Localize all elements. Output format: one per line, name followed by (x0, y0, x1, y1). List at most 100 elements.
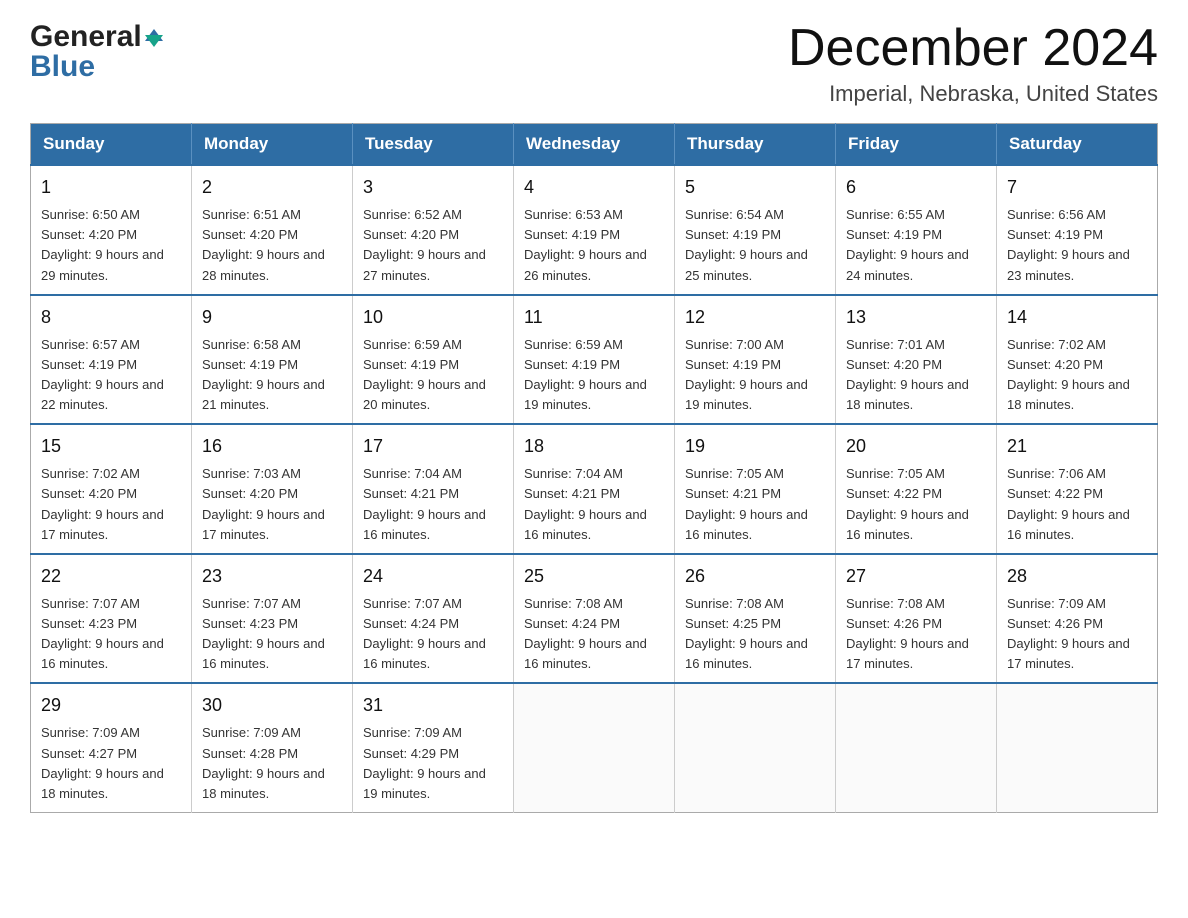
day-number: 11 (524, 304, 664, 331)
location-subtitle: Imperial, Nebraska, United States (788, 81, 1158, 107)
day-info: Sunrise: 7:04 AMSunset: 4:21 PMDaylight:… (524, 464, 664, 545)
day-number: 30 (202, 692, 342, 719)
calendar-cell: 17 Sunrise: 7:04 AMSunset: 4:21 PMDayligh… (353, 424, 514, 554)
day-number: 18 (524, 433, 664, 460)
day-number: 10 (363, 304, 503, 331)
calendar-week-row: 15 Sunrise: 7:02 AMSunset: 4:20 PMDayligh… (31, 424, 1158, 554)
day-number: 24 (363, 563, 503, 590)
day-info: Sunrise: 7:06 AMSunset: 4:22 PMDaylight:… (1007, 464, 1147, 545)
day-number: 23 (202, 563, 342, 590)
calendar-cell: 21 Sunrise: 7:06 AMSunset: 4:22 PMDayligh… (997, 424, 1158, 554)
col-header-sunday: Sunday (31, 124, 192, 166)
day-info: Sunrise: 7:09 AMSunset: 4:29 PMDaylight:… (363, 723, 503, 804)
day-number: 1 (41, 174, 181, 201)
title-area: December 2024 Imperial, Nebraska, United… (788, 20, 1158, 107)
calendar-week-row: 22 Sunrise: 7:07 AMSunset: 4:23 PMDayligh… (31, 554, 1158, 684)
logo-blue-text: Blue (30, 50, 95, 84)
day-info: Sunrise: 7:04 AMSunset: 4:21 PMDaylight:… (363, 464, 503, 545)
day-number: 31 (363, 692, 503, 719)
logo-chevron-icon (145, 29, 163, 47)
calendar-cell (997, 683, 1158, 812)
day-info: Sunrise: 7:05 AMSunset: 4:21 PMDaylight:… (685, 464, 825, 545)
col-header-saturday: Saturday (997, 124, 1158, 166)
day-info: Sunrise: 7:07 AMSunset: 4:24 PMDaylight:… (363, 594, 503, 675)
calendar-cell: 11 Sunrise: 6:59 AMSunset: 4:19 PMDayligh… (514, 295, 675, 425)
day-info: Sunrise: 7:07 AMSunset: 4:23 PMDaylight:… (41, 594, 181, 675)
calendar-cell: 14Sunrise: 7:02 AMSunset: 4:20 PMDayligh… (997, 295, 1158, 425)
calendar-cell: 19 Sunrise: 7:05 AMSunset: 4:21 PMDayligh… (675, 424, 836, 554)
calendar-cell: 5Sunrise: 6:54 AMSunset: 4:19 PMDaylight… (675, 165, 836, 295)
day-number: 27 (846, 563, 986, 590)
day-info: Sunrise: 6:56 AMSunset: 4:19 PMDaylight:… (1007, 205, 1147, 286)
day-number: 6 (846, 174, 986, 201)
day-info: Sunrise: 6:59 AMSunset: 4:19 PMDaylight:… (524, 335, 664, 416)
calendar-cell: 25Sunrise: 7:08 AMSunset: 4:24 PMDayligh… (514, 554, 675, 684)
col-header-tuesday: Tuesday (353, 124, 514, 166)
day-info: Sunrise: 6:53 AMSunset: 4:19 PMDaylight:… (524, 205, 664, 286)
calendar-cell: 12Sunrise: 7:00 AMSunset: 4:19 PMDayligh… (675, 295, 836, 425)
day-info: Sunrise: 7:09 AMSunset: 4:26 PMDaylight:… (1007, 594, 1147, 675)
day-info: Sunrise: 6:55 AMSunset: 4:19 PMDaylight:… (846, 205, 986, 286)
day-info: Sunrise: 6:59 AMSunset: 4:19 PMDaylight:… (363, 335, 503, 416)
calendar-cell: 27 Sunrise: 7:08 AMSunset: 4:26 PMDayligh… (836, 554, 997, 684)
day-number: 13 (846, 304, 986, 331)
col-header-wednesday: Wednesday (514, 124, 675, 166)
col-header-friday: Friday (836, 124, 997, 166)
day-info: Sunrise: 7:09 AMSunset: 4:27 PMDaylight:… (41, 723, 181, 804)
calendar-cell: 16Sunrise: 7:03 AMSunset: 4:20 PMDayligh… (192, 424, 353, 554)
calendar-cell (514, 683, 675, 812)
calendar-cell: 31 Sunrise: 7:09 AMSunset: 4:29 PMDayligh… (353, 683, 514, 812)
calendar-week-row: 8 Sunrise: 6:57 AMSunset: 4:19 PMDaylight… (31, 295, 1158, 425)
calendar-cell: 18 Sunrise: 7:04 AMSunset: 4:21 PMDayligh… (514, 424, 675, 554)
calendar-cell: 10 Sunrise: 6:59 AMSunset: 4:19 PMDayligh… (353, 295, 514, 425)
calendar-cell: 28 Sunrise: 7:09 AMSunset: 4:26 PMDayligh… (997, 554, 1158, 684)
calendar-cell: 20 Sunrise: 7:05 AMSunset: 4:22 PMDayligh… (836, 424, 997, 554)
calendar-cell (836, 683, 997, 812)
day-info: Sunrise: 6:50 AMSunset: 4:20 PMDaylight:… (41, 205, 181, 286)
calendar-table: SundayMondayTuesdayWednesdayThursdayFrid… (30, 123, 1158, 813)
day-number: 2 (202, 174, 342, 201)
day-info: Sunrise: 7:08 AMSunset: 4:26 PMDaylight:… (846, 594, 986, 675)
day-info: Sunrise: 6:57 AMSunset: 4:19 PMDaylight:… (41, 335, 181, 416)
day-number: 17 (363, 433, 503, 460)
day-info: Sunrise: 6:51 AMSunset: 4:20 PMDaylight:… (202, 205, 342, 286)
day-number: 26 (685, 563, 825, 590)
day-info: Sunrise: 7:05 AMSunset: 4:22 PMDaylight:… (846, 464, 986, 545)
col-header-thursday: Thursday (675, 124, 836, 166)
day-number: 22 (41, 563, 181, 590)
day-info: Sunrise: 7:02 AMSunset: 4:20 PMDaylight:… (41, 464, 181, 545)
day-number: 5 (685, 174, 825, 201)
day-number: 19 (685, 433, 825, 460)
day-info: Sunrise: 7:08 AMSunset: 4:25 PMDaylight:… (685, 594, 825, 675)
day-number: 16 (202, 433, 342, 460)
day-number: 9 (202, 304, 342, 331)
day-number: 20 (846, 433, 986, 460)
page-header: General Blue December 2024 Imperial, Neb… (30, 20, 1158, 107)
calendar-cell: 23 Sunrise: 7:07 AMSunset: 4:23 PMDayligh… (192, 554, 353, 684)
calendar-cell: 29Sunrise: 7:09 AMSunset: 4:27 PMDayligh… (31, 683, 192, 812)
day-number: 15 (41, 433, 181, 460)
col-header-monday: Monday (192, 124, 353, 166)
calendar-cell: 8 Sunrise: 6:57 AMSunset: 4:19 PMDaylight… (31, 295, 192, 425)
day-info: Sunrise: 7:02 AMSunset: 4:20 PMDaylight:… (1007, 335, 1147, 416)
logo-general-text: General (30, 20, 142, 54)
calendar-cell: 2 Sunrise: 6:51 AMSunset: 4:20 PMDaylight… (192, 165, 353, 295)
calendar-cell: 13Sunrise: 7:01 AMSunset: 4:20 PMDayligh… (836, 295, 997, 425)
calendar-cell: 6 Sunrise: 6:55 AMSunset: 4:19 PMDaylight… (836, 165, 997, 295)
calendar-cell: 24 Sunrise: 7:07 AMSunset: 4:24 PMDayligh… (353, 554, 514, 684)
day-number: 25 (524, 563, 664, 590)
calendar-cell: 7 Sunrise: 6:56 AMSunset: 4:19 PMDaylight… (997, 165, 1158, 295)
day-number: 28 (1007, 563, 1147, 590)
day-number: 7 (1007, 174, 1147, 201)
calendar-cell (675, 683, 836, 812)
day-number: 21 (1007, 433, 1147, 460)
day-info: Sunrise: 7:09 AMSunset: 4:28 PMDaylight:… (202, 723, 342, 804)
calendar-week-row: 29Sunrise: 7:09 AMSunset: 4:27 PMDayligh… (31, 683, 1158, 812)
day-number: 8 (41, 304, 181, 331)
day-info: Sunrise: 7:07 AMSunset: 4:23 PMDaylight:… (202, 594, 342, 675)
calendar-cell: 1 Sunrise: 6:50 AMSunset: 4:20 PMDaylight… (31, 165, 192, 295)
day-number: 12 (685, 304, 825, 331)
calendar-cell: 4Sunrise: 6:53 AMSunset: 4:19 PMDaylight… (514, 165, 675, 295)
day-info: Sunrise: 6:58 AMSunset: 4:19 PMDaylight:… (202, 335, 342, 416)
calendar-header-row: SundayMondayTuesdayWednesdayThursdayFrid… (31, 124, 1158, 166)
